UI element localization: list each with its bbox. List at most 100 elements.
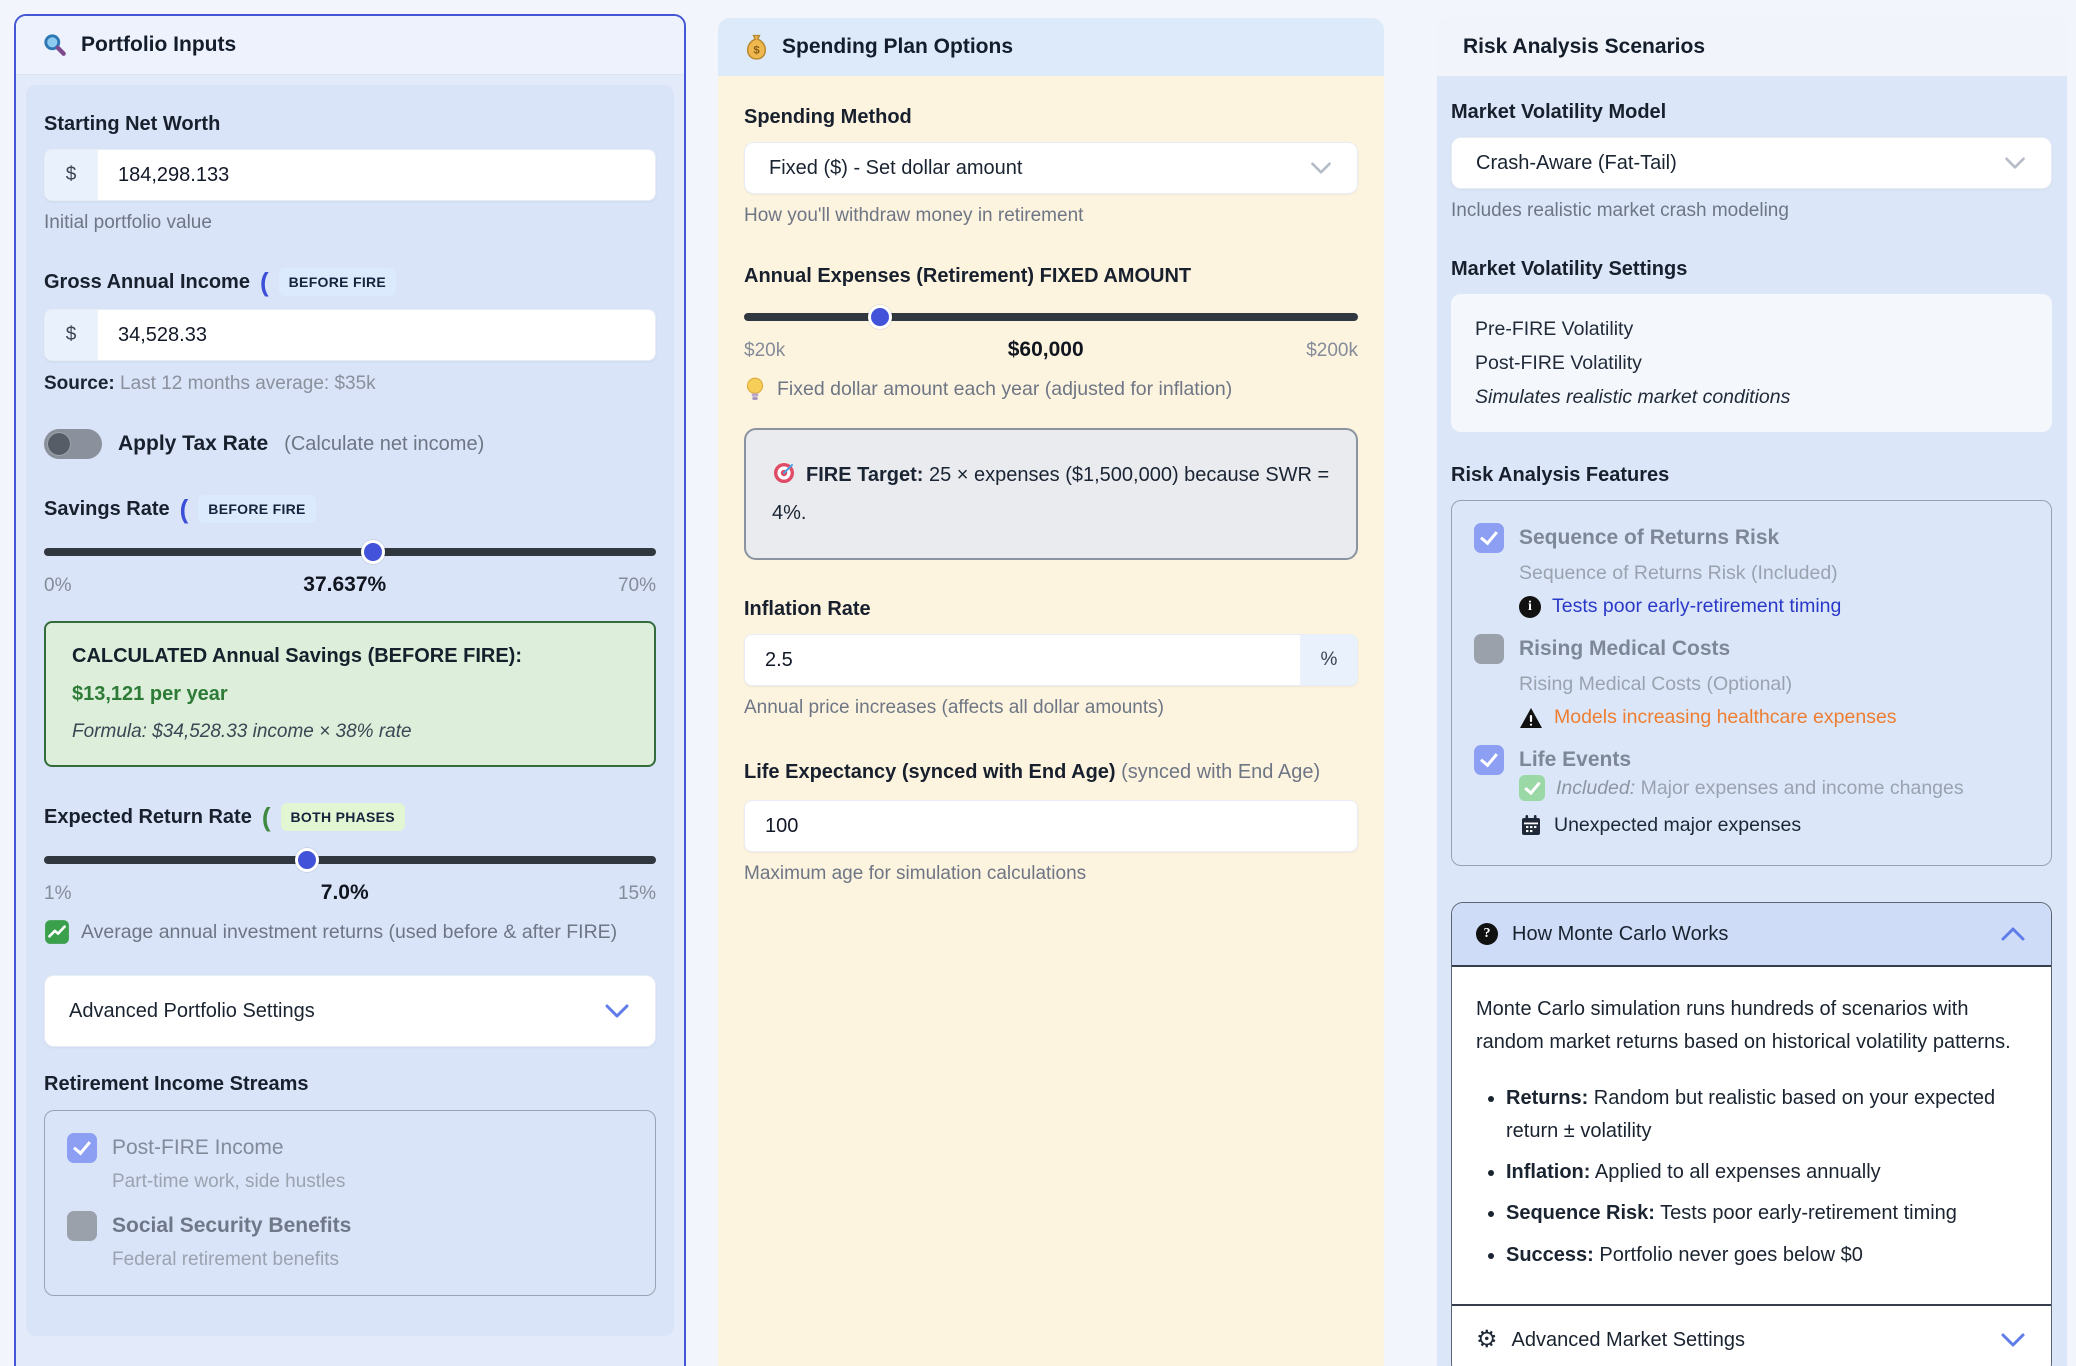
advanced-market-settings[interactable]: ⚙ Advanced Market Settings [1452,1306,2051,1366]
net-worth-label: Starting Net Worth [44,113,656,136]
savings-rate-label: Savings Rate [44,498,170,521]
calculated-savings-box: CALCULATED Annual Savings (BEFORE FIRE):… [44,621,656,767]
apply-tax-toggle[interactable] [44,429,102,459]
volatility-settings-box: Pre-FIRE Volatility Post-FIRE Volatility… [1451,294,2052,432]
checkbox-unchecked[interactable] [67,1211,97,1241]
volatility-settings-note: Simulates realistic market conditions [1475,380,2028,414]
stream-label: Post-FIRE Income [112,1136,284,1160]
dollar-prefix: $ [45,310,98,360]
gear-icon: ⚙ [1476,1328,1498,1352]
slider-thumb[interactable] [361,540,385,564]
life-events-note: Unexpected major expenses [1519,813,2029,837]
toggle-knob [47,432,71,456]
chevron-up-icon[interactable] [1999,925,2027,943]
savings-rate-slider[interactable] [44,539,656,565]
included-text: Major expenses and income changes [1641,777,1964,799]
calc-title: CALCULATED Annual Savings (BEFORE FIRE): [72,645,628,668]
bullet-success: Success: Portfolio never goes below $0 [1506,1239,2027,1271]
life-expectancy-note: (synced with End Age) [1121,761,1320,783]
bullet-sequence-risk: Sequence Risk: Tests poor early-retireme… [1506,1197,2027,1229]
fire-target-box: FIRE Target: 25 × expenses ($1,500,000) … [744,428,1358,560]
monte-carlo-content: Monte Carlo simulation runs hundreds of … [1452,967,2051,1304]
inflation-input[interactable] [745,635,1300,685]
volatility-model-select[interactable]: Crash-Aware (Fat-Tail) [1451,137,2052,189]
life-expectancy-label: Life Expectancy (synced with End Age) [744,761,1116,783]
savings-rate-values: 0% 37.637% 70% [44,573,656,597]
advanced-portfolio-label: Advanced Portfolio Settings [69,1000,315,1023]
life-events-note-text: Unexpected major expenses [1554,814,1801,837]
fire-target-label: FIRE Target: [806,464,923,486]
inflation-help: Annual price increases (affects all doll… [744,697,1358,719]
annual-expenses-slider[interactable] [744,304,1358,330]
life-expectancy-help: Maximum age for simulation calculations [744,863,1358,885]
panel-title: Spending Plan Options [782,35,1013,59]
net-worth-input[interactable] [98,150,655,200]
feature-desc: Sequence of Returns Risk (Included) [1519,562,2029,585]
volatility-model-help: Includes realistic market crash modeling [1451,200,2052,222]
badge-paren: ( [262,807,271,827]
spending-method-select[interactable]: Fixed ($) - Set dollar amount [744,142,1358,194]
both-phases-badge: BOTH PHASES [281,803,405,831]
calc-amount: $13,121 per year [72,683,628,706]
sequence-note-text[interactable]: Tests poor early-retirement timing [1552,595,1841,618]
feature-label: Life Events [1519,748,1631,772]
income-label: Gross Annual Income [44,271,250,294]
feature-label: Sequence of Returns Risk [1519,526,1779,550]
chevron-down-icon [2003,155,2027,171]
income-input[interactable] [98,310,655,360]
advanced-portfolio-settings[interactable]: Advanced Portfolio Settings [44,975,656,1047]
volatility-settings-label: Market Volatility Settings [1451,258,2052,281]
stream-label: Social Security Benefits [112,1214,351,1238]
income-source-label: Source: [44,373,115,394]
net-worth-input-group: $ [44,149,656,201]
dollar-prefix: $ [45,150,98,200]
tax-toggle-label: Apply Tax Rate [118,432,268,456]
slider-max: 70% [618,575,656,597]
slider-track [744,313,1358,321]
checkbox-checked[interactable] [67,1133,97,1163]
monte-carlo-box: ? How Monte Carlo Works Monte Carlo simu… [1451,902,2052,1366]
life-expectancy-label-row: Life Expectancy (synced with End Age) (s… [744,757,1358,787]
slider-max: $200k [1306,340,1358,362]
checkbox-checked[interactable] [1474,745,1504,775]
inflation-label: Inflation Rate [744,598,1358,621]
checkbox-checked[interactable] [1474,523,1504,553]
slider-current: 7.0% [321,881,369,905]
magnifier-icon [42,32,68,58]
feature-label: Rising Medical Costs [1519,637,1730,661]
sequence-note: i Tests poor early-retirement timing [1519,595,2029,618]
volatility-model-value: Crash-Aware (Fat-Tail) [1476,152,1677,175]
annual-expenses-label: Annual Expenses (Retirement) FIXED AMOUN… [744,265,1358,288]
monte-carlo-intro: Monte Carlo simulation runs hundreds of … [1476,993,2027,1058]
feature-row-sequence: Sequence of Returns Risk [1474,523,2029,553]
target-icon [772,461,796,485]
life-expectancy-input-group [744,800,1358,852]
bullet-returns: Returns: Random but realistic based on y… [1506,1082,2027,1147]
advanced-market-label: Advanced Market Settings [1512,1329,1745,1352]
slider-current: $60,000 [1008,338,1084,362]
panel-title: Risk Analysis Scenarios [1463,35,1705,59]
monte-carlo-header[interactable]: ? How Monte Carlo Works [1452,903,2051,965]
chevron-down-icon[interactable] [1999,1331,2027,1349]
spending-plan-panel: $ Spending Plan Options Spending Method … [718,18,1384,1366]
money-bag-icon: $ [744,34,769,61]
return-rate-slider[interactable] [44,847,656,873]
stream-row-social-security: Social Security Benefits [67,1211,633,1241]
slider-thumb[interactable] [295,848,319,872]
risk-features-box: Sequence of Returns Risk Sequence of Ret… [1451,500,2052,866]
tax-toggle-note: (Calculate net income) [284,433,484,456]
life-expectancy-input[interactable] [745,801,1357,851]
tax-toggle-row: Apply Tax Rate (Calculate net income) [44,429,656,459]
return-rate-label: Expected Return Rate [44,806,252,829]
return-rate-values: 1% 7.0% 15% [44,881,656,905]
portfolio-inputs-header: Portfolio Inputs [16,16,684,75]
slider-thumb[interactable] [868,305,892,329]
feature-row-medical: Rising Medical Costs [1474,634,2029,664]
income-source-text: Last 12 months average: $35k [120,373,376,394]
monte-carlo-bullets: Returns: Random but realistic based on y… [1484,1082,2027,1271]
lightbulb-icon [744,376,766,402]
return-rate-note: Average annual investment returns (used … [44,919,656,945]
question-icon: ? [1476,923,1498,945]
checkbox-unchecked[interactable] [1474,634,1504,664]
stream-row-post-fire: Post-FIRE Income [67,1133,633,1163]
